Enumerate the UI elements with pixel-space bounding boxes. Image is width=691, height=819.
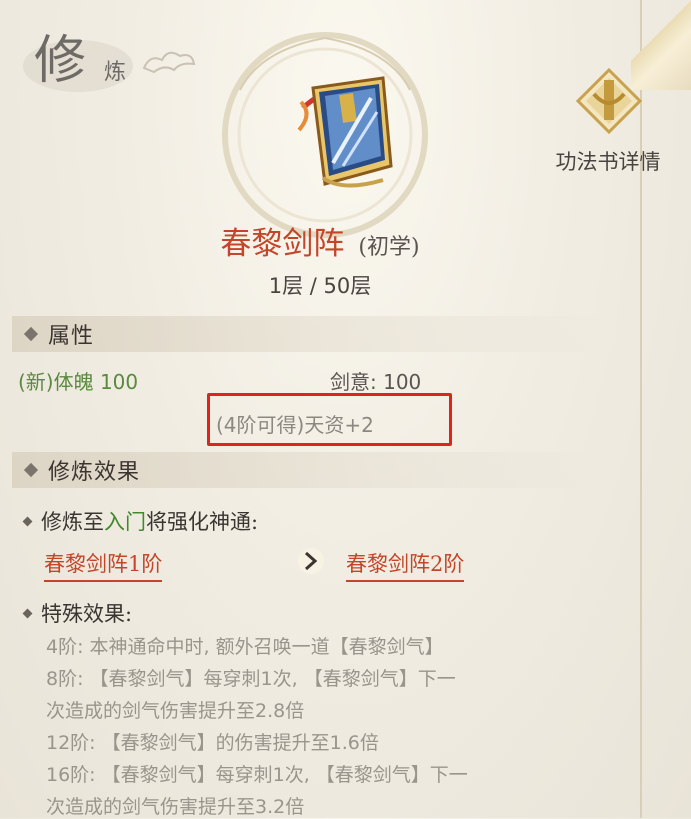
skill-layer-progress: 1层 / 50层 (268, 274, 372, 298)
stat-sword-intent: 剑意: 100 (330, 370, 422, 394)
highlight-box (207, 393, 452, 446)
diamond-bullet-icon (23, 462, 39, 478)
special-effect-line: 16阶: 【春黎剑气】每穿刺1次, 【春黎剑气】下一 (46, 764, 468, 786)
detail-button-label: 功法书详情 (555, 150, 661, 174)
attributes-section-header: 属性 (12, 316, 612, 352)
special-effect-line: 12阶: 【春黎剑气】的伤害提升至1.6倍 (46, 732, 379, 754)
arrow-right-icon (298, 548, 324, 574)
page-title: 修 (34, 31, 87, 91)
special-effects-title-row: 特殊效果: (22, 598, 133, 628)
upgrade-stage: 入门 (104, 510, 146, 534)
skill-book-icon[interactable] (283, 68, 403, 198)
cloud-ornament-icon (142, 51, 196, 74)
attributes-section-title: 属性 (48, 324, 95, 349)
stat-physique: (新)体魄 100 (18, 370, 139, 394)
diamond-bullet-icon (23, 326, 39, 342)
current-skill-link[interactable]: 春黎剑阵1阶 (44, 548, 163, 582)
special-effect-line: 次造成的剑气伤害提升至3.2倍 (46, 796, 305, 818)
crest-emblem-icon (576, 68, 642, 134)
upgrade-prefix: 修炼至 (41, 510, 104, 534)
effects-section-header: 修炼效果 (12, 452, 612, 488)
skill-name-row: 春黎剑阵 (初学) (0, 218, 640, 263)
upgrade-row: 修炼至入门将强化神通: (22, 506, 259, 536)
special-effect-line: 次造成的剑气伤害提升至2.8倍 (46, 700, 305, 722)
next-skill-link[interactable]: 春黎剑阵2阶 (346, 548, 465, 582)
page-subtitle: 炼 (104, 60, 127, 85)
skill-level-tag: (初学) (358, 235, 420, 260)
bullet-icon (22, 608, 33, 619)
special-effects-title: 特殊效果: (41, 602, 133, 626)
skill-name: 春黎剑阵 (220, 226, 345, 262)
skill-book-detail-button[interactable]: 功法书详情 (538, 68, 678, 178)
effects-section-title: 修炼效果 (48, 460, 141, 485)
special-effect-line: 8阶: 【春黎剑气】每穿刺1次, 【春黎剑气】下一 (46, 668, 456, 690)
bullet-icon (22, 516, 33, 527)
upgrade-suffix: 将强化神通: (146, 510, 259, 534)
special-effect-line: 4阶: 本神通命中时, 额外召唤一道【春黎剑气】 (46, 636, 444, 658)
